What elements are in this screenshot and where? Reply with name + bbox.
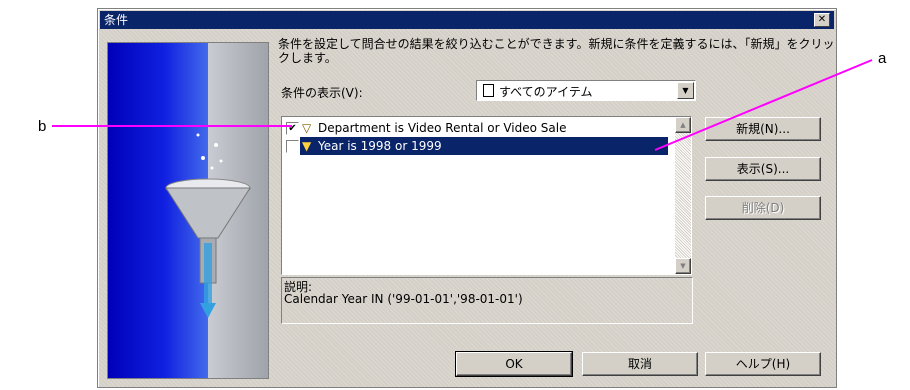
conditions-list[interactable]: ✔ ▽ Department is Video Rental or Video …: [281, 116, 692, 275]
window-title: 条件: [104, 13, 129, 27]
funnel-icon: ▼: [302, 139, 312, 153]
view-select[interactable]: すべてのアイテム ▼: [476, 80, 696, 101]
cancel-button[interactable]: 取消: [582, 352, 698, 376]
help-button[interactable]: ヘルプ(H): [705, 352, 821, 376]
callout-label-b: b: [38, 118, 47, 135]
close-icon[interactable]: ✕: [814, 13, 830, 27]
new-button[interactable]: 新規(N)...: [705, 117, 821, 141]
explanation-text: Calendar Year IN ('99-01-01','98-01-01'): [284, 292, 523, 306]
callout-label-a: a: [878, 50, 887, 67]
condition-text: Department is Video Rental or Video Sale: [318, 121, 567, 135]
document-icon: [483, 84, 494, 97]
scroll-up-icon[interactable]: ▲: [675, 117, 691, 133]
explanation-box: 説明: Calendar Year IN ('99-01-01','98-01-…: [281, 277, 693, 324]
condition-row-selected[interactable]: ▼ Year is 1998 or 1999: [284, 137, 669, 155]
conditions-dialog: 条件 ✕ 条件を設定して問合せの結果を絞り込むことができます。新規に条件を定義す…: [97, 8, 837, 388]
scroll-down-icon[interactable]: ▼: [675, 258, 691, 274]
funnel-illustration: [107, 42, 269, 379]
show-button[interactable]: 表示(S)...: [705, 157, 821, 181]
view-select-value: すべてのアイテム: [499, 85, 593, 99]
delete-button[interactable]: 削除(D): [705, 196, 821, 220]
chevron-down-icon[interactable]: ▼: [677, 82, 694, 99]
condition-checkbox[interactable]: ✔: [286, 122, 299, 135]
condition-row[interactable]: ✔ ▽ Department is Video Rental or Video …: [284, 119, 669, 137]
funnel-icon: ▽: [302, 121, 312, 135]
description-text: 条件を設定して問合せの結果を絞り込むことができます。新規に条件を定義するには、「…: [278, 37, 835, 65]
title-bar: 条件 ✕: [100, 11, 834, 29]
ok-button[interactable]: OK: [455, 351, 573, 377]
view-label: 条件の表示(V):: [281, 86, 363, 100]
condition-checkbox[interactable]: [286, 140, 299, 153]
condition-text: Year is 1998 or 1999: [318, 139, 442, 153]
vertical-scrollbar[interactable]: ▲ ▼: [675, 117, 691, 274]
